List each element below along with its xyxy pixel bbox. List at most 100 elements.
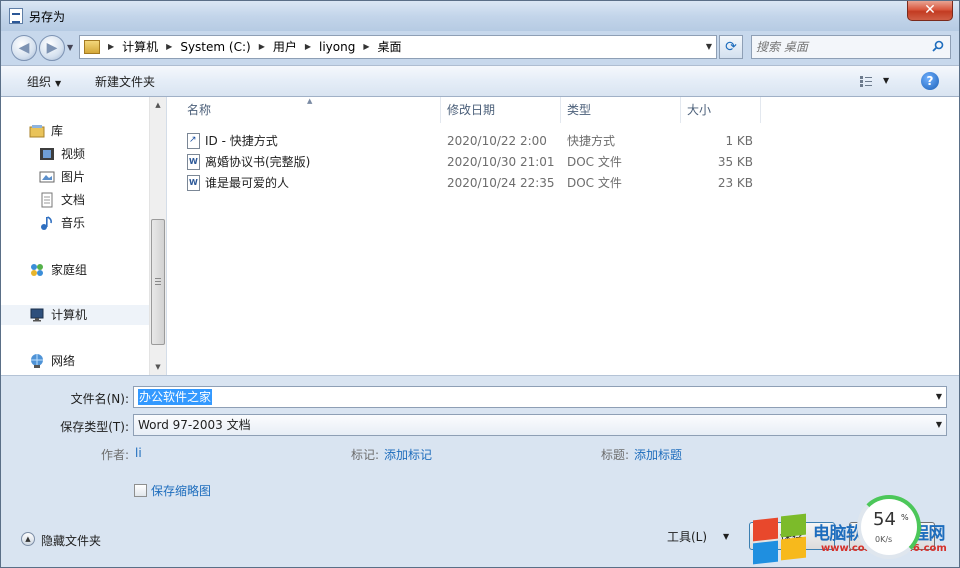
file-size: 35 KB — [717, 155, 753, 169]
file-type: 快捷方式 — [567, 134, 616, 148]
chevron-right-icon[interactable]: ▶ — [305, 36, 311, 58]
file-type: DOC 文件 — [567, 155, 622, 169]
music-icon — [41, 216, 52, 230]
forward-button[interactable]: ▶ — [39, 35, 65, 61]
folder-icon — [84, 40, 100, 54]
nav-item-label: 家庭组 — [51, 263, 88, 277]
view-dropdown-button[interactable]: ▼ — [883, 76, 889, 85]
chevron-up-icon[interactable]: ▲ — [21, 532, 35, 546]
nav-item-label: 计算机 — [51, 308, 88, 322]
view-options-icon[interactable] — [859, 74, 873, 88]
table-row[interactable]: 离婚协议书(完整版) 2020/10/30 21:01 DOC 文件 35 KB — [181, 152, 781, 172]
nav-item-label: 图片 — [61, 170, 86, 184]
command-bar: 组织 ▼ 新建文件夹 ▼ ? — [1, 65, 959, 97]
save-thumbnail-checkbox[interactable] — [134, 484, 147, 497]
doc-file-icon — [187, 175, 200, 191]
save-thumbnail-label[interactable]: 保存缩略图 — [151, 482, 211, 499]
nav-item-homegroup[interactable]: 家庭组 — [29, 260, 87, 280]
crumb-desktop[interactable]: 桌面 — [378, 36, 402, 58]
scroll-thumb[interactable] — [151, 219, 165, 345]
document-icon — [41, 192, 53, 208]
grip-icon — [155, 278, 161, 285]
help-icon[interactable]: ? — [921, 72, 939, 90]
tags-label: 标记: — [351, 448, 380, 462]
chevron-right-icon[interactable]: ▶ — [108, 36, 114, 58]
filetype-select[interactable]: Word 97-2003 文档 ▼ — [133, 414, 947, 436]
recent-pages-dropdown[interactable]: ▼ — [67, 43, 73, 52]
chevron-right-icon[interactable]: ▶ — [166, 36, 172, 58]
author-label: 作者: — [101, 448, 130, 462]
nav-item-pictures[interactable]: 图片 — [39, 167, 85, 187]
nav-item-music[interactable]: 音乐 — [39, 213, 85, 233]
file-type: DOC 文件 — [567, 176, 622, 190]
tools-button[interactable]: 工具(L) — [667, 528, 707, 545]
breadcrumb[interactable]: ▶ 计算机 ▶ System (C:) ▶ 用户 ▶ liyong ▶ 桌面 ▼ — [79, 35, 717, 59]
filetype-label: 保存类型(T): — [60, 420, 129, 434]
hide-folders-button[interactable]: 隐藏文件夹 — [41, 532, 101, 549]
save-as-dialog: 另存为 ✕ ◀ ▶ ▼ ▶ 计算机 ▶ System (C:) ▶ 用户 ▶ l… — [0, 0, 960, 568]
filetype-value: Word 97-2003 文档 — [138, 418, 251, 432]
gauge-speed: 0K/s — [875, 535, 893, 544]
crumb-system-drive[interactable]: System (C:) — [180, 36, 250, 58]
new-folder-button[interactable]: 新建文件夹 — [95, 73, 155, 90]
library-icon — [29, 125, 45, 138]
search-input[interactable] — [756, 38, 926, 56]
author-field[interactable]: li — [135, 446, 142, 460]
title-field[interactable]: 添加标题 — [634, 446, 682, 463]
refresh-icon: ⟳ — [725, 39, 737, 55]
refresh-button[interactable]: ⟳ — [719, 35, 743, 59]
title-bar[interactable]: 另存为 ✕ — [1, 1, 959, 31]
filename-value[interactable]: 办公软件之家 — [138, 389, 213, 405]
column-header-name[interactable]: 名称 — [181, 97, 441, 123]
column-header-size[interactable]: 大小 — [681, 97, 761, 123]
nav-item-videos[interactable]: 视频 — [39, 144, 85, 164]
organize-label: 组织 — [27, 75, 52, 89]
file-modified: 2020/10/22 2:00 — [447, 134, 547, 148]
file-size: 1 KB — [725, 134, 753, 148]
path-dropdown-button[interactable]: ▼ — [706, 36, 712, 58]
nav-item-documents[interactable]: 文档 — [39, 190, 85, 210]
caret-down-icon[interactable]: ▼ — [723, 532, 729, 541]
column-header-type[interactable]: 类型 — [561, 97, 681, 123]
nav-item-label: 网络 — [51, 354, 76, 368]
filename-field[interactable]: 办公软件之家 ▼ — [133, 386, 947, 408]
back-button[interactable]: ◀ — [11, 35, 37, 61]
chevron-down-icon[interactable]: ▼ — [936, 415, 942, 435]
filename-label: 文件名(N): — [70, 392, 129, 406]
doc-file-icon — [187, 154, 200, 170]
table-row[interactable]: 谁是最可爱的人 2020/10/24 22:35 DOC 文件 23 KB — [181, 173, 781, 193]
nav-item-library[interactable]: 库 — [29, 121, 63, 141]
close-button[interactable]: ✕ — [907, 1, 953, 21]
table-row[interactable]: ID - 快捷方式 2020/10/22 2:00 快捷方式 1 KB — [181, 131, 781, 151]
network-icon — [31, 354, 43, 368]
chevron-right-icon[interactable]: ▶ — [363, 36, 369, 58]
file-size: 23 KB — [717, 176, 753, 190]
column-header-modified[interactable]: 修改日期 — [441, 97, 561, 123]
search-icon[interactable] — [932, 40, 944, 52]
nav-item-computer[interactable]: 计算机 — [1, 305, 149, 325]
arrow-right-icon: ▶ — [46, 40, 58, 56]
crumb-users[interactable]: 用户 — [273, 36, 297, 58]
address-bar: ◀ ▶ ▼ ▶ 计算机 ▶ System (C:) ▶ 用户 ▶ liyong … — [1, 31, 959, 63]
scroll-down-button[interactable]: ▼ — [150, 359, 166, 375]
crumb-computer[interactable]: 计算机 — [122, 36, 158, 58]
scroll-up-button[interactable]: ▲ — [150, 97, 166, 113]
crumb-user[interactable]: liyong — [319, 36, 355, 58]
organize-button[interactable]: 组织 ▼ — [27, 73, 61, 90]
gauge-percent-sign: % — [901, 513, 909, 522]
gauge-percent: 54 — [873, 509, 896, 530]
file-name: 离婚协议书(完整版) — [205, 155, 311, 169]
arrow-left-icon: ◀ — [18, 40, 30, 56]
nav-item-label: 文档 — [61, 193, 86, 207]
nav-item-label: 视频 — [61, 147, 86, 161]
filename-dropdown-button[interactable]: ▼ — [936, 387, 942, 407]
word-document-icon — [9, 8, 23, 24]
tags-field[interactable]: 添加标记 — [384, 446, 432, 463]
nav-item-network[interactable]: 网络 — [29, 351, 75, 371]
homegroup-icon — [31, 264, 43, 276]
chevron-right-icon[interactable]: ▶ — [259, 36, 265, 58]
nav-scrollbar[interactable]: ▲ ▼ — [149, 97, 166, 375]
file-list: ▲ 名称 修改日期 类型 大小 ID - 快捷方式 2020/10/22 2:0… — [167, 97, 959, 375]
picture-icon — [39, 171, 55, 183]
video-icon — [40, 148, 54, 160]
